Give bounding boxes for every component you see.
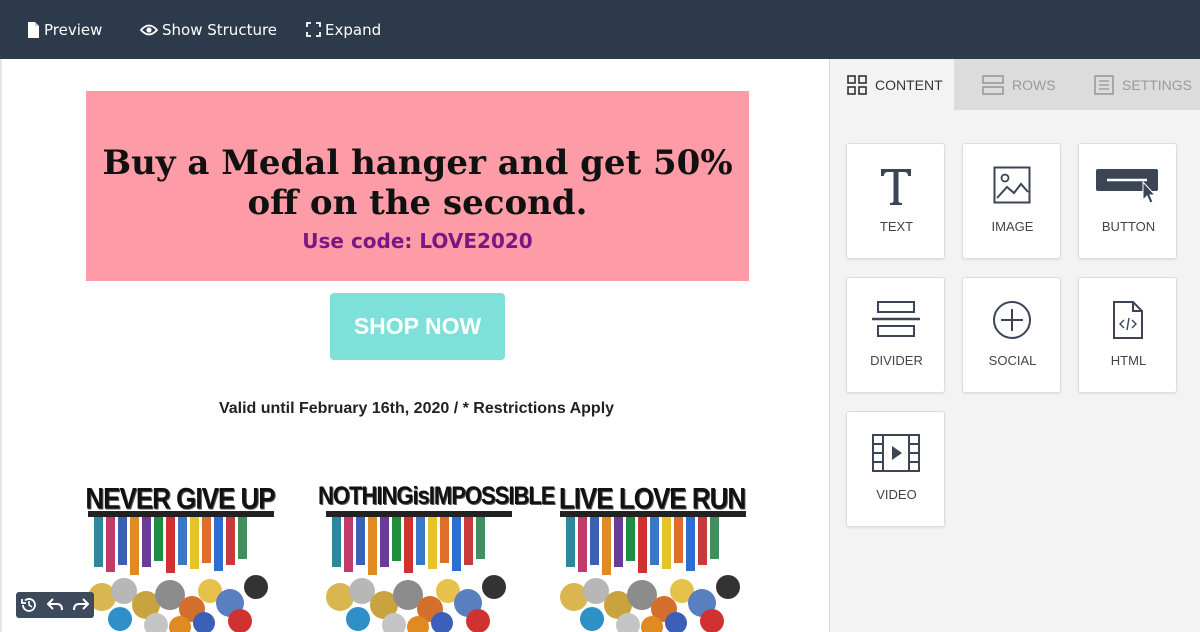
tile-label: BUTTON <box>1101 219 1156 234</box>
expand-label: Expand <box>325 20 382 39</box>
tile-button[interactable]: BUTTON <box>1078 143 1177 259</box>
history-icon[interactable] <box>20 596 38 614</box>
preview-button[interactable]: Preview <box>27 0 102 59</box>
grid-icon <box>847 74 867 95</box>
panel-tabs: CONTENT ROWS SETTINGS <box>830 59 1200 110</box>
shop-now-button[interactable]: SHOP NOW <box>330 293 505 360</box>
tile-html[interactable]: HTML <box>1078 277 1177 393</box>
document-icon <box>28 21 39 38</box>
tab-settings[interactable]: SETTINGS <box>1094 59 1192 110</box>
tile-label: DIVIDER <box>870 353 923 368</box>
tile-text[interactable]: TEXT <box>846 143 945 259</box>
html-icon <box>1112 301 1143 339</box>
expand-icon <box>306 22 321 37</box>
tile-social[interactable]: SOCIAL <box>962 277 1061 393</box>
medals-image <box>326 511 512 632</box>
tile-video[interactable]: VIDEO <box>846 411 945 527</box>
medal-hanger-image-2[interactable]: NOTHINGisIMPOSSIBLE <box>318 479 555 632</box>
show-structure-button[interactable]: Show Structure <box>140 0 277 59</box>
expand-button[interactable]: Expand <box>306 0 381 59</box>
promo-code: Use code: LOVE2020 <box>302 229 533 253</box>
medals-image <box>88 511 274 632</box>
undo-icon[interactable] <box>46 597 64 613</box>
tab-content-label: CONTENT <box>875 76 943 93</box>
history-controls <box>16 592 94 618</box>
tab-settings-label: SETTINGS <box>1122 76 1193 93</box>
eye-icon <box>140 24 158 35</box>
tile-label: TEXT <box>879 219 914 234</box>
tile-divider[interactable]: DIVIDER <box>846 277 945 393</box>
tile-image[interactable]: IMAGE <box>962 143 1061 259</box>
preview-label: Preview <box>44 20 103 39</box>
top-toolbar: Preview Show Structure Expand <box>0 0 1200 59</box>
content-panel: CONTENT ROWS SETTINGS TEXT IMAGE BUTTON … <box>829 59 1200 632</box>
promo-headline: Buy a Medal hanger and get 50% off on th… <box>86 143 749 223</box>
text-icon <box>880 169 911 205</box>
divider-icon <box>871 301 920 337</box>
image-icon <box>993 166 1030 204</box>
tile-label: IMAGE <box>991 219 1034 234</box>
show-structure-label: Show Structure <box>162 20 278 39</box>
headline-line-1: Buy a Medal hanger and get 50% <box>102 143 733 183</box>
email-canvas: Buy a Medal hanger and get 50% off on th… <box>0 59 829 632</box>
tab-content[interactable]: CONTENT <box>830 59 954 110</box>
rows-icon <box>982 74 1004 95</box>
medal-hanger-image-3[interactable]: LIVE LOVE RUN <box>552 479 752 632</box>
valid-until-text: Valid until February 16th, 2020 / * Rest… <box>218 400 615 417</box>
video-icon <box>871 434 920 472</box>
hanger-title: NOTHINGisIMPOSSIBLE <box>318 481 555 510</box>
tile-label: SOCIAL <box>988 353 1037 368</box>
promo-banner[interactable]: Buy a Medal hanger and get 50% off on th… <box>86 91 749 281</box>
social-icon <box>992 301 1031 339</box>
tab-rows[interactable]: ROWS <box>982 59 1056 110</box>
redo-icon[interactable] <box>72 597 90 613</box>
medal-hanger-image-1[interactable]: NEVER GIVE UP <box>80 479 280 632</box>
tile-label: VIDEO <box>876 487 917 502</box>
medals-image <box>560 511 746 632</box>
tab-rows-label: ROWS <box>1012 76 1056 93</box>
tile-label: HTML <box>1110 353 1147 368</box>
headline-line-2: off on the second. <box>247 183 588 223</box>
settings-icon <box>1094 74 1114 95</box>
button-icon <box>1095 169 1158 204</box>
